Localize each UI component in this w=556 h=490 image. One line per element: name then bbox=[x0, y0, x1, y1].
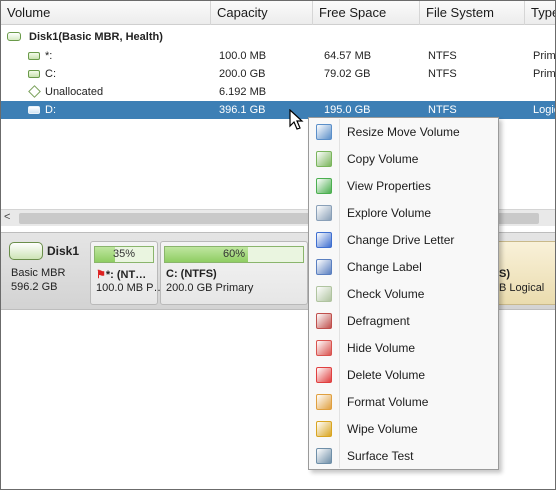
explore-volume-icon bbox=[316, 205, 332, 221]
usage-bar: 35% bbox=[94, 246, 154, 263]
column-header-volume[interactable]: Volume bbox=[1, 1, 211, 25]
column-header-free-space[interactable]: Free Space bbox=[313, 1, 420, 25]
hide-volume-icon bbox=[316, 340, 332, 356]
wipe-volume-icon bbox=[316, 421, 332, 437]
partition-title: ⚑*: (NT… bbox=[96, 268, 146, 281]
volume-name: C: bbox=[45, 68, 56, 80]
disk-row-label: Disk1(Basic MBR, Health) bbox=[29, 31, 163, 43]
volume-name: Unallocated bbox=[45, 86, 104, 98]
resize-move-icon bbox=[316, 124, 332, 140]
usage-percent: 35% bbox=[112, 248, 136, 260]
volume-capacity: 396.1 GB bbox=[219, 104, 266, 116]
usage-percent: 60% bbox=[222, 248, 246, 260]
menu-item-view-properties[interactable]: View Properties bbox=[311, 173, 496, 200]
volume-free-space: 79.02 GB bbox=[324, 68, 371, 80]
menu-item-label: Format Volume bbox=[347, 395, 429, 409]
volume-row[interactable]: C: 200.0 GB 79.02 GB NTFS Primary bbox=[1, 65, 556, 83]
column-header-type[interactable]: Type bbox=[525, 1, 555, 25]
partition-subtitle: B Logical bbox=[499, 282, 545, 294]
disk-map-disk-type: Basic MBR bbox=[11, 267, 66, 279]
check-volume-icon bbox=[316, 286, 332, 302]
menu-item-format-volume[interactable]: Format Volume bbox=[311, 389, 496, 416]
menu-item-label: Copy Volume bbox=[347, 152, 419, 166]
drive-icon bbox=[28, 70, 40, 78]
menu-item-hide-volume[interactable]: Hide Volume bbox=[311, 335, 496, 362]
menu-item-label: Explore Volume bbox=[347, 206, 432, 220]
column-header-file-system[interactable]: File System bbox=[420, 1, 525, 25]
surface-test-icon bbox=[316, 448, 332, 464]
format-volume-icon bbox=[316, 394, 332, 410]
delete-volume-icon bbox=[316, 367, 332, 383]
menu-item-defragment[interactable]: Defragment bbox=[311, 308, 496, 335]
volume-capacity: 200.0 GB bbox=[219, 68, 266, 80]
partition-subtitle: 200.0 GB Primary bbox=[166, 282, 254, 294]
volume-row[interactable]: Unallocated 6.192 MB bbox=[1, 83, 555, 101]
menu-item-change-label[interactable]: Change Label bbox=[311, 254, 496, 281]
menu-item-explore-volume[interactable]: Explore Volume bbox=[311, 200, 496, 227]
partition-title: C: (NTFS) bbox=[166, 268, 217, 280]
change-drive-letter-icon bbox=[316, 232, 332, 248]
volume-capacity: 100.0 MB bbox=[219, 50, 267, 62]
volume-type: Logical bbox=[533, 104, 555, 116]
flag-icon: ⚑ bbox=[96, 269, 106, 281]
menu-item-resize-move-volume[interactable]: Resize Move Volume bbox=[311, 119, 496, 146]
menu-item-label: Defragment bbox=[347, 314, 410, 328]
volume-name: D: bbox=[45, 104, 56, 116]
volume-free-space: 64.57 MB bbox=[324, 50, 372, 62]
partition-subtitle: 100.0 MB P… bbox=[96, 282, 165, 294]
menu-item-label: View Properties bbox=[347, 179, 431, 193]
unallocated-icon bbox=[28, 85, 41, 98]
menu-item-label: Wipe Volume bbox=[347, 422, 418, 436]
drive-icon bbox=[28, 52, 40, 60]
partition-block-c[interactable]: 60% C: (NTFS) 200.0 GB Primary bbox=[160, 241, 308, 305]
menu-item-label: Delete Volume bbox=[347, 368, 426, 382]
context-menu: Resize Move Volume Copy Volume View Proper… bbox=[308, 117, 499, 470]
partition-title-text: *: (NT… bbox=[105, 269, 147, 281]
volume-name: *: bbox=[45, 50, 53, 62]
disk-map-disk-info[interactable]: Disk1 Basic MBR 596.2 GB bbox=[5, 238, 87, 306]
disk-icon bbox=[9, 242, 43, 260]
volume-type: Primary bbox=[533, 50, 556, 62]
menu-item-delete-volume[interactable]: Delete Volume bbox=[311, 362, 496, 389]
menu-item-label: Resize Move Volume bbox=[347, 125, 460, 139]
menu-item-label: Hide Volume bbox=[347, 341, 416, 355]
menu-item-check-volume[interactable]: Check Volume bbox=[311, 281, 496, 308]
menu-item-label: Check Volume bbox=[347, 287, 425, 301]
menu-item-wipe-volume[interactable]: Wipe Volume bbox=[311, 416, 496, 443]
volume-type: Primary bbox=[533, 68, 556, 80]
volume-table-header: Volume Capacity Free Space File System T… bbox=[1, 1, 555, 25]
change-label-icon bbox=[316, 259, 332, 275]
menu-item-change-drive-letter[interactable]: Change Drive Letter bbox=[311, 227, 496, 254]
partition-block-system-reserved[interactable]: 35% ⚑*: (NT… 100.0 MB P… bbox=[90, 241, 164, 305]
view-properties-icon bbox=[316, 178, 332, 194]
volume-file-system: NTFS bbox=[428, 68, 457, 80]
disk-icon bbox=[7, 32, 21, 41]
mouse-cursor-icon bbox=[289, 109, 304, 130]
menu-item-label: Change Drive Letter bbox=[347, 233, 455, 247]
drive-icon bbox=[28, 106, 40, 114]
disk-row[interactable]: Disk1(Basic MBR, Health) bbox=[1, 28, 555, 46]
menu-item-copy-volume[interactable]: Copy Volume bbox=[311, 146, 496, 173]
volume-file-system: NTFS bbox=[428, 50, 457, 62]
defragment-icon bbox=[316, 313, 332, 329]
partition-title: S) bbox=[499, 268, 510, 280]
column-header-capacity[interactable]: Capacity bbox=[211, 1, 313, 25]
menu-item-surface-test[interactable]: Surface Test bbox=[311, 443, 496, 470]
partition-manager-window: Volume Capacity Free Space File System T… bbox=[0, 0, 556, 490]
menu-item-label: Surface Test bbox=[347, 449, 414, 463]
usage-bar: 60% bbox=[164, 246, 304, 263]
disk-map-disk-size: 596.2 GB bbox=[11, 281, 58, 293]
disk-map-disk-name: Disk1 bbox=[47, 244, 80, 258]
menu-item-label: Change Label bbox=[347, 260, 422, 274]
copy-volume-icon bbox=[316, 151, 332, 167]
volume-capacity: 6.192 MB bbox=[219, 86, 267, 98]
scroll-left-arrow[interactable]: < bbox=[4, 211, 10, 223]
volume-row[interactable]: *: 100.0 MB 64.57 MB NTFS Primary bbox=[1, 47, 556, 65]
